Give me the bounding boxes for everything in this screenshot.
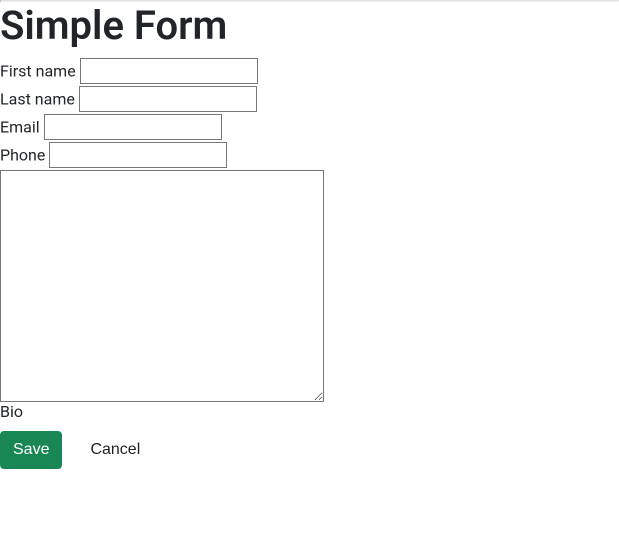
first-name-label: First name (0, 62, 76, 81)
last-name-row: Last name (0, 86, 619, 112)
last-name-input[interactable] (79, 86, 257, 112)
bio-label: Bio (0, 402, 23, 421)
bio-textarea[interactable] (0, 170, 324, 402)
phone-input[interactable] (49, 142, 227, 168)
bio-row: Bio (0, 170, 619, 421)
email-label: Email (0, 118, 40, 137)
email-input[interactable] (44, 114, 222, 140)
save-button[interactable]: Save (0, 431, 62, 469)
first-name-input[interactable] (80, 58, 258, 84)
form-container: Simple Form First name Last name Email P… (0, 2, 619, 469)
email-row: Email (0, 114, 619, 140)
first-name-row: First name (0, 58, 619, 84)
form-actions: Save Cancel (0, 431, 619, 469)
phone-row: Phone (0, 142, 619, 168)
last-name-label: Last name (0, 90, 75, 109)
phone-label: Phone (0, 146, 45, 165)
cancel-button[interactable]: Cancel (78, 435, 152, 465)
page-title: Simple Form (0, 2, 619, 50)
